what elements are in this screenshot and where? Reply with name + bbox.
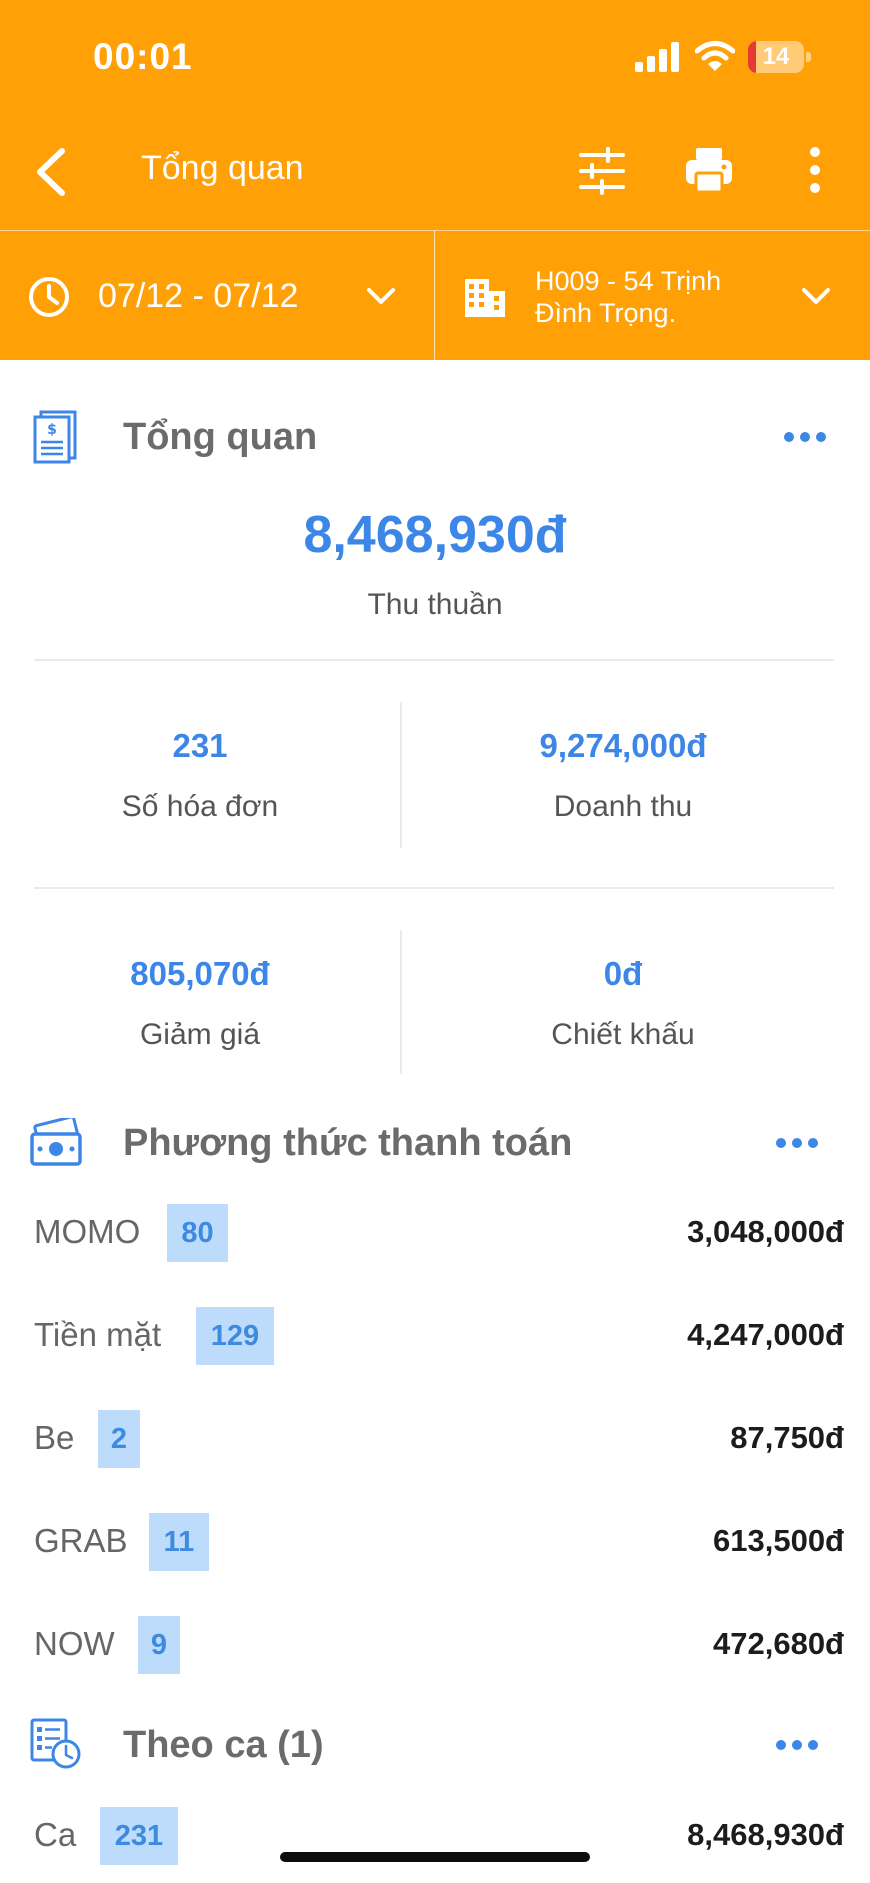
divider [34,887,834,889]
battery-indicator: 14 [748,41,812,73]
filter-row: 07/12 - 07/12 H009 - 54 Trịnh Đình Trọng… [0,230,870,361]
invoice-count-label: Số hóa đơn [121,790,279,823]
back-arrow-icon[interactable] [30,145,74,199]
divider [400,702,402,848]
payment-amount: 472,680đ [713,1626,844,1661]
clock-icon [29,277,69,317]
payment-amount: 3,048,000đ [687,1214,844,1249]
branch-text: H009 - 54 Trịnh Đình Trọng. [535,265,721,329]
more-horizontal-icon[interactable] [775,1137,819,1149]
branch-line-2: Đình Trọng. [535,298,677,328]
rebate-label: Chiết khấu [551,1018,695,1051]
discount-label: Giảm giá [139,1018,261,1051]
battery-percent: 14 [762,43,790,70]
shift-section-title: Theo ca (1) [123,1724,324,1766]
chevron-down-icon [367,288,395,304]
count-badge: 129 [196,1307,274,1365]
count-badge: 231 [100,1807,178,1865]
payment-amount: 613,500đ [713,1523,844,1558]
cash-payment-icon [30,1118,82,1166]
app-header: 00:01 14 Tổng quan 07/12 - 07/12 H009 - … [0,0,870,361]
report-document-icon: $ [33,410,77,464]
count-badge: 11 [149,1513,209,1571]
rebate-value: 0đ [603,955,643,992]
net-revenue-label: Thu thuần [367,588,503,621]
payment-method-name: Be [34,1419,75,1456]
filter-sliders-icon[interactable] [578,147,626,195]
revenue-label: Doanh thu [553,790,693,823]
count-badge: 80 [167,1204,228,1262]
payment-method-name: Tiền mặt [34,1316,162,1353]
svg-text:$: $ [47,422,57,438]
status-time: 00:01 [93,36,193,77]
building-icon [465,279,505,317]
overview-title: Tổng quan [123,416,318,458]
invoice-count-value: 231 [172,727,228,764]
payment-method-name: NOW [34,1625,115,1662]
battery-body: 14 [748,41,804,73]
payment-method-name: MOMO [34,1213,141,1250]
divider [34,659,834,661]
home-indicator [280,1852,590,1862]
divider [400,930,402,1074]
payment-method-name: GRAB [34,1522,128,1559]
wifi-icon [695,41,735,71]
net-revenue-value: 8,468,930đ [303,506,567,564]
more-vertical-icon[interactable] [800,145,830,195]
discount-value: 805,070đ [130,955,270,992]
shift-amount: 8,468,930đ [687,1817,844,1852]
print-icon[interactable] [684,145,734,195]
count-badge: 2 [98,1410,140,1468]
payment-section-title: Phương thức thanh toán [123,1122,573,1164]
cellular-signal-icon [635,42,679,72]
status-bar: 00:01 14 [0,0,870,115]
date-range-selector[interactable]: 07/12 - 07/12 [0,231,434,361]
branch-line-1: H009 - 54 Trịnh [535,266,722,296]
chevron-down-icon [802,288,830,304]
payment-amount: 4,247,000đ [687,1317,844,1352]
shift-name: Ca [34,1816,77,1853]
count-badge: 9 [138,1616,180,1674]
shift-schedule-icon [30,1718,81,1769]
payment-amount: 87,750đ [730,1420,844,1455]
page-title: Tổng quan [141,149,304,187]
more-horizontal-icon[interactable] [775,1739,819,1751]
more-horizontal-icon[interactable] [783,431,827,443]
branch-selector[interactable]: H009 - 54 Trịnh Đình Trọng. [435,231,870,361]
date-range-text: 07/12 - 07/12 [98,277,299,315]
battery-tip [806,52,811,62]
revenue-value: 9,274,000đ [539,727,707,764]
nav-bar: Tổng quan [0,115,870,230]
